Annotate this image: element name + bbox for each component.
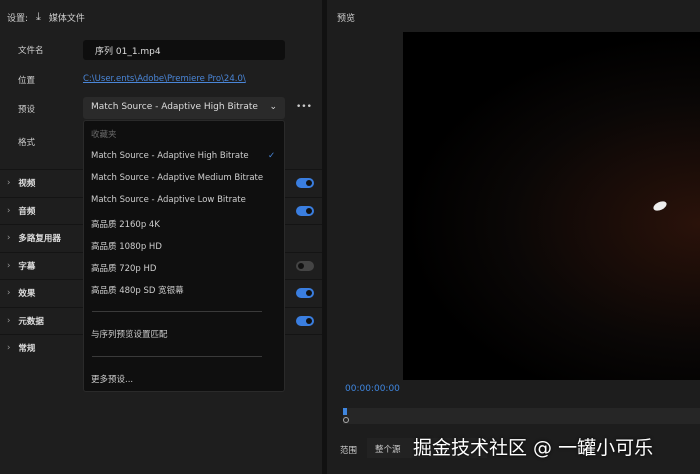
preview-panel: 预览 00:00:00:00 范围 整个源 [327,0,700,474]
video-preview [403,32,700,380]
menu-item[interactable]: 高品质 2160p 4K [91,218,160,230]
more-options-button[interactable]: ••• [296,102,312,112]
section-label: 元数据 [18,316,44,327]
format-label: 格式 [18,138,36,148]
section-toggle[interactable] [296,288,314,298]
chevron-right-icon: › [7,233,11,243]
settings-label: 设置: [7,13,29,24]
scrubber-track[interactable] [343,408,700,424]
menu-item[interactable]: Match Source - Adaptive High Bitrate [91,151,249,161]
preset-label: 预设 [18,105,36,115]
chevron-right-icon: › [7,205,11,216]
menu-item-match-sequence[interactable]: 与序列预览设置匹配 [91,328,168,340]
playhead[interactable] [343,408,347,415]
in-point-handle[interactable] [343,417,349,423]
menu-separator [92,311,262,312]
preset-menu: 收藏夹 Match Source - Adaptive High Bitrate… [83,120,285,392]
watermark: 掘金技术社区 @ 一罐小可乐 [413,437,654,459]
chevron-right-icon: › [7,343,11,353]
section-toggle[interactable] [296,260,314,271]
section-label: 视频 [18,179,36,189]
menu-header-favorites: 收藏夹 [91,130,117,140]
chevron-right-icon: › [7,315,11,326]
section-toggle[interactable] [296,178,314,188]
timecode: 00:00:00:00 [345,384,400,394]
section-toggle[interactable] [296,315,314,326]
menu-item[interactable]: 高品质 480p SD 宽银幕 [91,284,184,296]
menu-item-more-presets[interactable]: 更多预设... [91,373,133,385]
video-highlight [651,199,669,213]
chevron-down-icon: ⌄ [269,102,277,112]
section-label: 常规 [18,344,36,354]
chevron-right-icon: › [7,260,11,271]
export-icon: ⤓ [36,10,41,23]
preset-value: Match Source - Adaptive High Bitrate [91,102,258,112]
media-file-label: 媒体文件 [48,13,85,24]
panel-header: 设置: ⤓ 媒体文件 [7,10,85,24]
location-link[interactable]: C:\User.ents\Adobe\Premiere Pro\24.0\ [83,74,246,84]
chevron-right-icon: › [7,288,11,298]
chevron-right-icon: › [7,178,11,188]
menu-item[interactable]: Match Source - Adaptive Medium Bitrate [91,173,263,183]
section-label: 多路复用器 [18,234,61,244]
filename-label: 文件名 [18,46,44,56]
location-label: 位置 [18,76,36,86]
menu-item[interactable]: 高品质 1080p HD [91,240,162,252]
preset-dropdown[interactable]: Match Source - Adaptive High Bitrate ⌄ [83,97,285,119]
checkmark-icon: ✓ [268,151,276,161]
preview-title: 预览 [337,14,356,24]
section-toggle[interactable] [296,205,314,216]
section-label: 音频 [18,206,36,217]
menu-separator [92,356,262,357]
menu-item[interactable]: Match Source - Adaptive Low Bitrate [91,195,246,205]
range-label: 范围 [340,446,358,456]
filename-input[interactable]: 序列 01_1.mp4 [83,40,285,60]
menu-item[interactable]: 高品质 720p HD [91,262,156,274]
section-label: 字幕 [18,261,36,272]
section-label: 效果 [18,289,36,299]
